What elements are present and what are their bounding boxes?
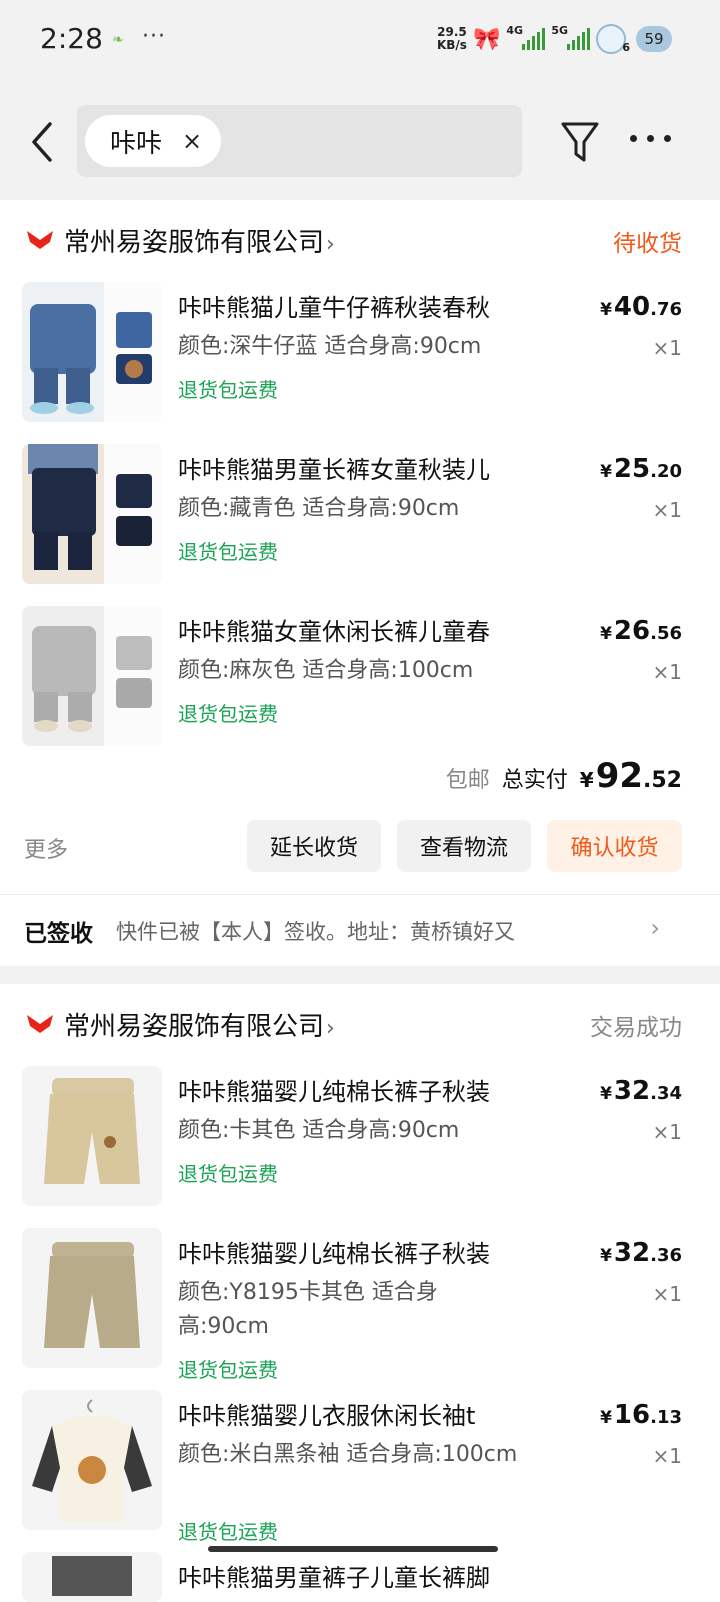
product-image[interactable] bbox=[22, 1066, 162, 1206]
order-item[interactable]: 咔咔熊猫婴儿纯棉长裤子秋装 颜色:卡其色 适合身高:90cm 退货包运费 ¥32… bbox=[0, 1066, 720, 1216]
order-card: 常州易姿服饰有限公司› 交易成功 咔咔熊猫婴儿纯棉长裤子秋装 颜色:卡其色 适合… bbox=[0, 984, 720, 1602]
network-speed: 29.5 KB/s bbox=[437, 26, 467, 52]
product-title[interactable]: 咔咔熊猫女童休闲长裤儿童春 bbox=[178, 612, 534, 647]
order-item[interactable]: 咔咔熊猫女童休闲长裤儿童春 颜色:麻灰色 适合身高:100cm 退货包运费 ¥2… bbox=[0, 606, 720, 756]
store-icon bbox=[27, 231, 53, 249]
search-box[interactable]: 咔咔 × bbox=[77, 105, 522, 177]
divider bbox=[0, 894, 720, 895]
return-shipping-tag: 退货包运费 bbox=[178, 378, 278, 402]
more-options-button[interactable] bbox=[630, 128, 680, 148]
order-item[interactable]: 咔咔熊猫婴儿衣服休闲长袖t 颜色:米白黑条袖 适合身高:100cm 退货包运费 … bbox=[0, 1390, 720, 1544]
product-title[interactable]: 咔咔熊猫婴儿纯棉长裤子秋装 bbox=[178, 1072, 534, 1107]
product-price: ¥16.13 bbox=[600, 1400, 682, 1430]
store-row[interactable]: 常州易姿服饰有限公司› 交易成功 bbox=[0, 984, 720, 1064]
product-title[interactable]: 咔咔熊猫婴儿衣服休闲长袖t bbox=[178, 1396, 534, 1431]
free-shipping-label: 包邮 bbox=[445, 768, 490, 793]
order-item[interactable]: 咔咔熊猫男童长裤女童秋装儿 颜色:藏青色 适合身高:90cm 退货包运费 ¥25… bbox=[0, 444, 720, 594]
product-spec: 颜色:卡其色 适合身高:90cm bbox=[178, 1118, 460, 1143]
chevron-right-icon: › bbox=[326, 232, 335, 257]
store-row[interactable]: 常州易姿服饰有限公司› 待收货 bbox=[0, 200, 720, 280]
back-button[interactable] bbox=[26, 120, 62, 164]
store-name[interactable]: 常州易姿服饰有限公司› bbox=[64, 222, 335, 259]
product-spec: 颜色:藏青色 适合身高:90cm bbox=[178, 496, 460, 521]
back-arrow-icon bbox=[32, 122, 52, 162]
logistics-status: 已签收 bbox=[24, 921, 93, 947]
product-quantity: ×1 bbox=[652, 336, 682, 360]
product-price: ¥26.56 bbox=[600, 616, 682, 646]
product-quantity: ×1 bbox=[652, 1282, 682, 1306]
logistics-row[interactable]: 已签收 快件已被【本人】签收。地址：黄桥镇好又 › bbox=[0, 896, 720, 966]
product-quantity: ×1 bbox=[652, 1120, 682, 1144]
return-shipping-tag: 退货包运费 bbox=[178, 1520, 278, 1544]
product-price: ¥32.34 bbox=[600, 1076, 682, 1106]
product-spec: 颜色:米白黑条袖 适合身高:100cm bbox=[178, 1442, 518, 1467]
product-title[interactable]: 咔咔熊猫婴儿纯棉长裤子秋装 bbox=[178, 1234, 534, 1269]
order-item[interactable]: 咔咔熊猫婴儿纯棉长裤子秋装 颜色:Y8195卡其色 适合身高:90cm 退货包运… bbox=[0, 1228, 720, 1382]
signal-4g-icon: 4G bbox=[506, 24, 546, 50]
product-price: ¥32.36 bbox=[600, 1238, 682, 1268]
home-indicator[interactable] bbox=[208, 1546, 498, 1552]
more-actions-link[interactable]: 更多 bbox=[24, 832, 68, 864]
more-notifications-icon: ··· bbox=[142, 24, 166, 49]
product-price: ¥40.76 bbox=[600, 292, 682, 322]
view-logistics-button[interactable]: 查看物流 bbox=[397, 820, 531, 872]
product-spec: 颜色:麻灰色 适合身高:100cm bbox=[178, 658, 474, 683]
chevron-right-icon: › bbox=[650, 914, 660, 942]
order-item[interactable]: 咔咔熊猫儿童牛仔裤秋装春秋 颜色:深牛仔蓝 适合身高:90cm 退货包运费 ¥4… bbox=[0, 282, 720, 432]
order-status: 待收货 bbox=[613, 231, 682, 257]
confirm-receipt-button[interactable]: 确认收货 bbox=[547, 820, 682, 872]
product-price: ¥25.20 bbox=[600, 454, 682, 484]
network-speed-unit: KB/s bbox=[436, 38, 467, 52]
clear-search-icon[interactable]: × bbox=[182, 127, 202, 155]
product-image[interactable] bbox=[22, 1552, 162, 1602]
order-status: 交易成功 bbox=[590, 1015, 682, 1041]
return-shipping-tag: 退货包运费 bbox=[178, 1162, 278, 1186]
product-spec: 颜色:Y8195卡其色 适合身高:90cm bbox=[178, 1280, 438, 1339]
product-image[interactable] bbox=[22, 282, 162, 422]
filter-icon bbox=[561, 122, 599, 162]
signal-5g-icon: 5G bbox=[551, 24, 591, 50]
notification-count: 6 bbox=[622, 40, 630, 54]
store-name[interactable]: 常州易姿服饰有限公司› bbox=[64, 1006, 335, 1043]
status-bar: 2:28 ❧ ··· 29.5 KB/s 🎀 4G 5G 6 59 bbox=[0, 0, 720, 84]
leaf-icon: ❧ bbox=[112, 32, 124, 48]
nav-bar: 咔咔 × bbox=[0, 84, 720, 200]
product-spec: 颜色:深牛仔蓝 适合身高:90cm bbox=[178, 334, 482, 359]
status-time: 2:28 bbox=[40, 22, 103, 55]
product-quantity: ×1 bbox=[652, 1444, 682, 1468]
extend-receipt-button[interactable]: 延长收货 bbox=[247, 820, 381, 872]
product-image[interactable] bbox=[22, 444, 162, 584]
chevron-right-icon: › bbox=[326, 1016, 335, 1041]
signal-5g-label: 5G bbox=[551, 24, 569, 37]
product-title[interactable]: 咔咔熊猫男童裤子儿童长裤脚 bbox=[178, 1558, 534, 1593]
filter-button[interactable] bbox=[560, 118, 600, 166]
product-image[interactable] bbox=[22, 1390, 162, 1530]
product-image[interactable] bbox=[22, 1228, 162, 1368]
search-chip[interactable]: 咔咔 × bbox=[85, 115, 221, 167]
bow-icon: 🎀 bbox=[472, 26, 501, 52]
search-chip-text: 咔咔 bbox=[110, 128, 163, 159]
order-total: 包邮 总实付 ¥92.52 bbox=[446, 756, 682, 796]
signal-4g-label: 4G bbox=[506, 24, 524, 37]
status-indicators: 29.5 KB/s 🎀 4G 5G 6 59 bbox=[437, 24, 672, 54]
return-shipping-tag: 退货包运费 bbox=[178, 540, 278, 564]
battery-icon: 59 bbox=[636, 26, 672, 52]
product-quantity: ×1 bbox=[652, 498, 682, 522]
order-item[interactable]: 咔咔熊猫男童裤子儿童长裤脚 bbox=[0, 1552, 720, 1602]
total-paid-amount: ¥92.52 bbox=[579, 756, 682, 796]
product-title[interactable]: 咔咔熊猫男童长裤女童秋装儿 bbox=[178, 450, 534, 485]
product-title[interactable]: 咔咔熊猫儿童牛仔裤秋装春秋 bbox=[178, 288, 534, 323]
product-quantity: ×1 bbox=[652, 660, 682, 684]
store-icon bbox=[27, 1015, 53, 1033]
return-shipping-tag: 退货包运费 bbox=[178, 1358, 278, 1382]
total-paid-label: 总实付 bbox=[501, 768, 568, 793]
return-shipping-tag: 退货包运费 bbox=[178, 702, 278, 726]
logistics-detail: 快件已被【本人】签收。地址：黄桥镇好又 bbox=[116, 920, 515, 944]
product-image[interactable] bbox=[22, 606, 162, 746]
order-card: 常州易姿服饰有限公司› 待收货 咔咔熊猫儿童牛仔裤秋装春秋 颜色:深牛仔蓝 适合… bbox=[0, 200, 720, 966]
